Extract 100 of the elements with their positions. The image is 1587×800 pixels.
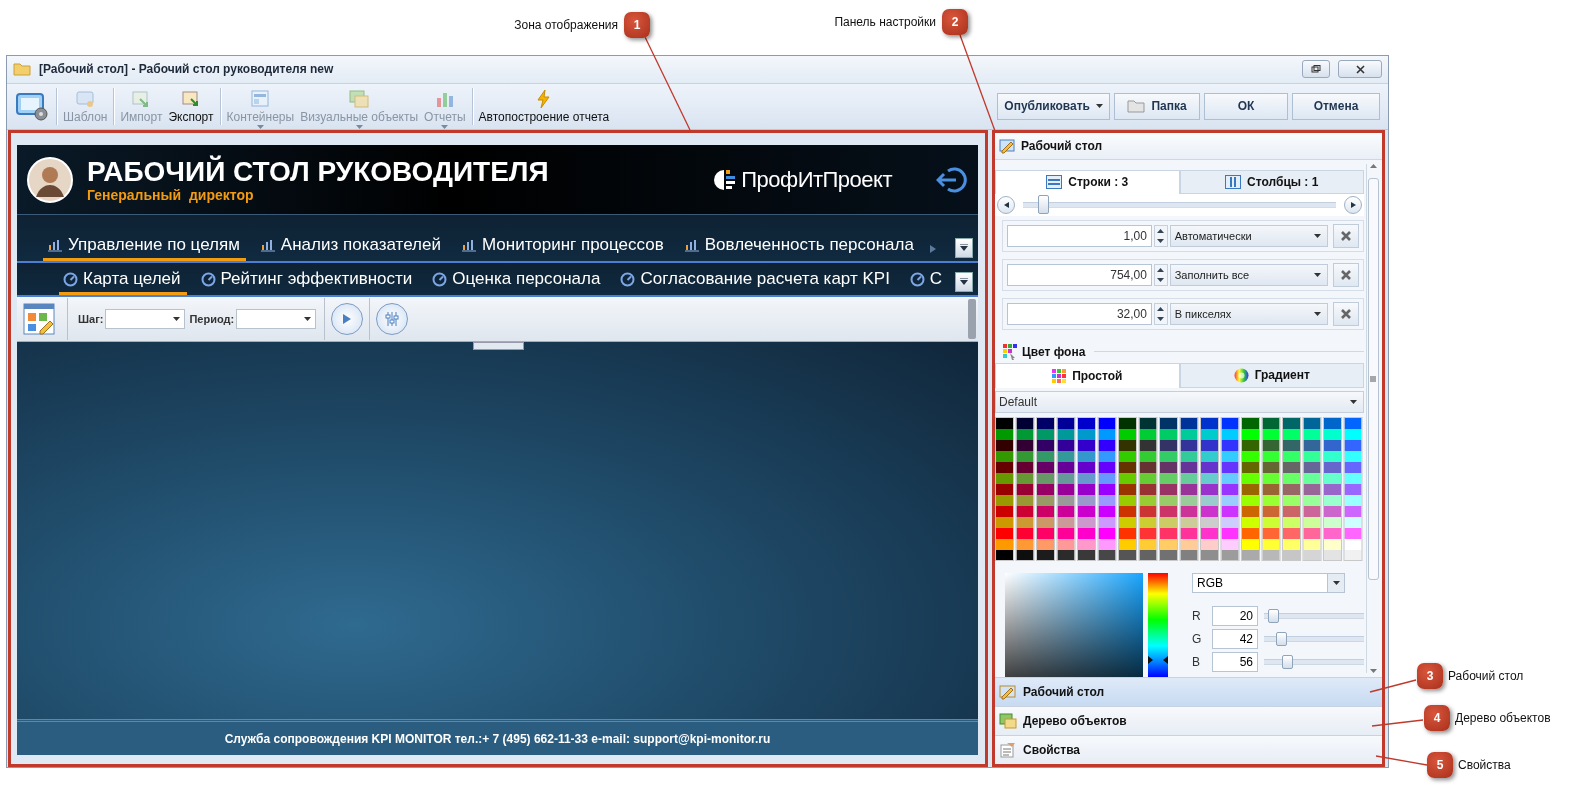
callout-badge: 4 xyxy=(1424,705,1450,731)
play-button[interactable] xyxy=(331,303,364,335)
size-mode-dropdown[interactable]: В пикселях xyxy=(1169,302,1328,325)
accordion-header[interactable]: Свойства xyxy=(995,735,1382,764)
up-arrow-icon xyxy=(1157,267,1165,272)
hue-bar-drawing[interactable] xyxy=(1147,573,1168,677)
dashboard-subtab[interactable]: Согласование расчета карт KPI xyxy=(616,269,896,295)
down-arrow-icon xyxy=(1157,277,1165,282)
delete-button[interactable] xyxy=(1332,262,1359,287)
panel-tab[interactable]: Столбцы : 1 xyxy=(1179,170,1364,194)
dashboard-tab[interactable]: Мониторинг процессов xyxy=(456,235,670,261)
spin-buttons[interactable] xyxy=(1153,302,1168,325)
scroll-down-icon[interactable] xyxy=(1369,669,1377,673)
more-tabs-button[interactable] xyxy=(955,272,973,292)
spin-buttons[interactable] xyxy=(1153,224,1168,247)
toolbar-button[interactable]: Автопостроение отчета xyxy=(475,83,613,129)
dropdown-icon xyxy=(960,244,968,252)
size-mode-dropdown[interactable]: Автоматически xyxy=(1169,224,1328,247)
splitter-grip[interactable] xyxy=(473,342,524,350)
channel-slider-thumb[interactable] xyxy=(1276,632,1287,646)
restore-button[interactable] xyxy=(1302,60,1330,79)
channel-slider-thumb[interactable] xyxy=(1282,655,1293,669)
scrollbar-thumb[interactable] xyxy=(1367,178,1379,580)
dashboard-tab[interactable]: Анализ показателей xyxy=(255,235,447,261)
close-icon xyxy=(1340,269,1351,280)
channel-field[interactable]: 56 xyxy=(1212,652,1258,672)
up-arrow-icon xyxy=(1157,228,1165,233)
window-title: [Рабочий стол] - Рабочий стол руководителя new xyxy=(39,62,335,77)
bar-chart-icon xyxy=(460,238,477,252)
slider-left-button[interactable] xyxy=(997,195,1015,214)
scroll-right-icon[interactable] xyxy=(929,245,936,253)
dashboard-subtab[interactable]: Рейтинг эффективности xyxy=(196,269,419,295)
more-tabs-button[interactable] xyxy=(955,238,973,258)
folder-icon xyxy=(13,62,31,77)
channel-label: G xyxy=(1192,632,1203,646)
gauge-icon xyxy=(432,271,448,287)
folder-button[interactable]: Папка xyxy=(1114,92,1200,120)
template-icon xyxy=(75,88,96,109)
color-field-drawing[interactable] xyxy=(1005,573,1144,677)
channel-slider-thumb[interactable] xyxy=(1268,609,1279,623)
bar-chart-icon xyxy=(259,238,276,252)
caret-icon xyxy=(173,317,181,321)
gauge-icon xyxy=(200,271,216,287)
desktop-edit-icon xyxy=(999,138,1015,154)
scrollbar[interactable] xyxy=(1366,164,1379,673)
desktop-edit-icon xyxy=(999,684,1017,700)
callout-label: Зона отображения xyxy=(514,18,618,32)
color-palette-drawing[interactable] xyxy=(995,417,1365,561)
settings-button[interactable] xyxy=(376,303,409,335)
close-icon xyxy=(1340,308,1351,319)
palette-dropdown[interactable]: Default xyxy=(995,391,1364,414)
callout-badge: 2 xyxy=(942,9,968,35)
close-icon xyxy=(1355,64,1365,74)
layout-icon xyxy=(250,88,271,109)
sliders-icon xyxy=(384,311,401,327)
delete-button[interactable] xyxy=(1332,223,1359,248)
size-field[interactable]: 1,00 xyxy=(1007,224,1152,247)
scroll-up-icon[interactable] xyxy=(1369,164,1377,168)
close-button[interactable] xyxy=(1338,60,1382,79)
logout-icon[interactable] xyxy=(936,165,968,194)
spin-buttons[interactable] xyxy=(1153,263,1168,286)
accordion-header[interactable]: Дерево объектов xyxy=(995,706,1382,735)
channel-field[interactable]: 42 xyxy=(1212,629,1258,649)
layout-edit-icon[interactable] xyxy=(23,303,55,335)
dashboard-tab[interactable]: Вовлеченность персонала xyxy=(679,235,920,261)
callout-label: Панель настройки xyxy=(834,15,936,29)
panel-tab[interactable]: Строки : 3 xyxy=(995,170,1180,194)
section-title: Цвет фона xyxy=(1022,344,1086,359)
dashboard-subtab[interactable]: С xyxy=(905,269,949,295)
gauge-icon xyxy=(63,271,78,287)
dashboard-subtitle: Генеральный директор xyxy=(87,186,255,203)
toolbar-button[interactable]: Экспорт xyxy=(165,83,217,129)
brand-name: ПрофИтПроект xyxy=(741,166,892,193)
action-button[interactable]: Отмена xyxy=(1292,92,1380,120)
size-mode-dropdown[interactable]: Заполнить все xyxy=(1169,263,1328,286)
color-mode-tab[interactable]: Простой xyxy=(995,362,1180,389)
bar-chart-icon xyxy=(47,238,63,252)
down-arrow-icon xyxy=(1157,316,1165,321)
dashboard-subtab[interactable]: Оценка персонала xyxy=(428,269,607,295)
size-field[interactable]: 32,00 xyxy=(1007,302,1152,325)
color-mode-tab[interactable]: Градиент xyxy=(1179,362,1364,389)
caret-icon xyxy=(1332,581,1340,585)
color-model-dropdown[interactable]: RGB xyxy=(1192,573,1345,593)
grip-icon xyxy=(1370,376,1376,382)
folder-icon xyxy=(1127,99,1146,114)
visual-objects-icon xyxy=(349,88,370,109)
properties-icon xyxy=(999,742,1017,758)
callout-badge: 3 xyxy=(1417,663,1443,689)
channel-label: B xyxy=(1192,655,1201,669)
logo-icon xyxy=(713,168,738,191)
slider-right-button[interactable] xyxy=(1344,195,1362,214)
color-wheel-icon xyxy=(1233,368,1249,383)
slider-thumb[interactable] xyxy=(1037,195,1049,215)
delete-button[interactable] xyxy=(1332,301,1359,326)
size-field[interactable]: 754,00 xyxy=(1007,263,1152,286)
action-button[interactable]: ОК xyxy=(1204,92,1288,120)
publish-dropdown[interactable]: Опубликовать xyxy=(997,92,1110,120)
scrollbar-thumb[interactable] xyxy=(968,299,976,339)
channel-field[interactable]: 20 xyxy=(1212,606,1258,626)
callout-badge: 5 xyxy=(1427,752,1453,778)
